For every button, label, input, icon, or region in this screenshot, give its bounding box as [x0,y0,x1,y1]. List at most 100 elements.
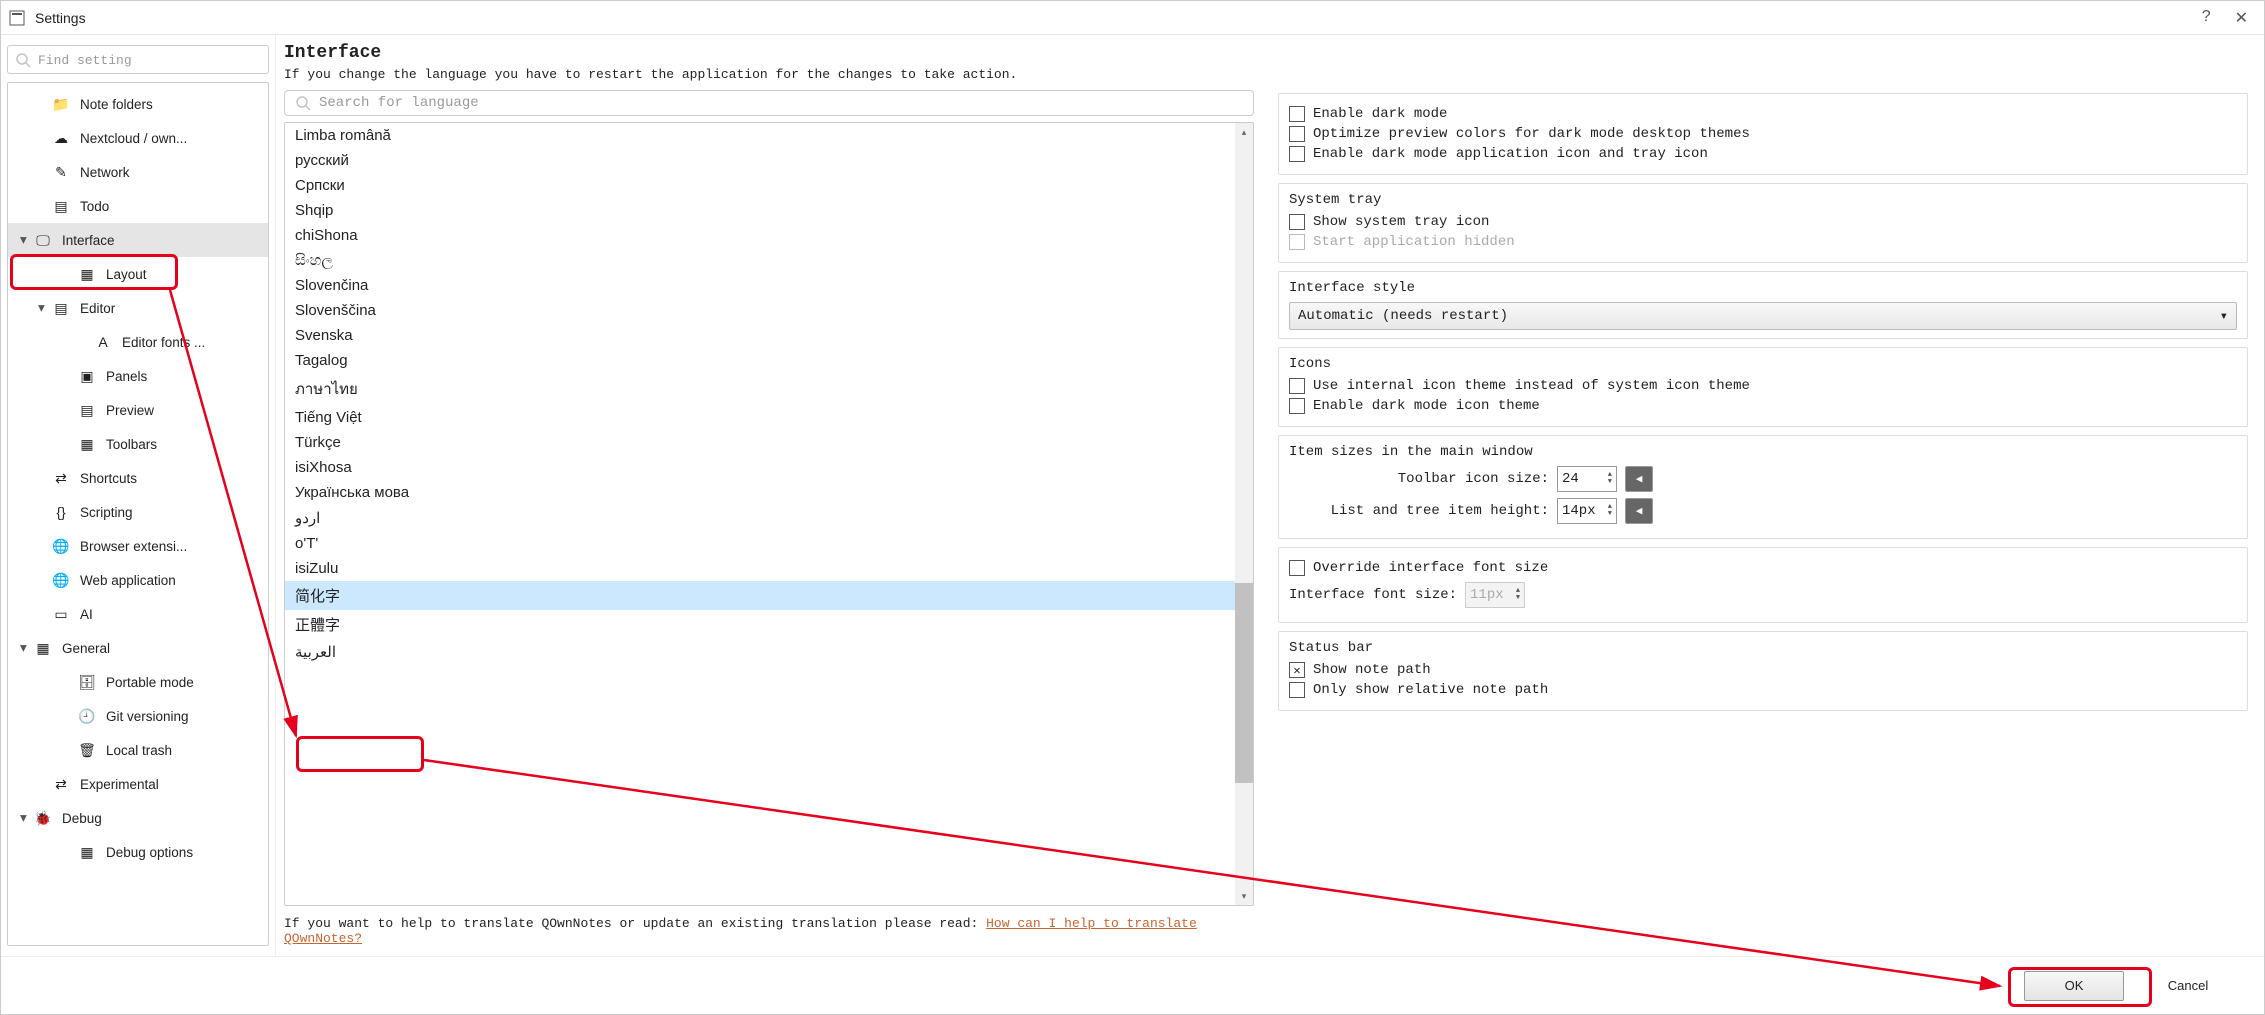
tree-item-height-spinner[interactable]: 14px▲▼ [1557,498,1617,524]
tree-item-interface[interactable]: ▾🖵Interface [8,223,268,257]
toolbar-icon-size-reset[interactable]: ◀ [1625,466,1653,492]
toolbar-icon-size-spinner[interactable]: 24▲▼ [1557,466,1617,492]
scroll-down-icon[interactable]: ▾ [1235,887,1253,905]
settings-tree[interactable]: 📁Note folders☁Nextcloud / own...✎Network… [7,82,269,946]
optimize-preview-checkbox[interactable] [1289,126,1305,142]
language-item[interactable]: Türkçe [285,430,1253,455]
status-bar-section: Status bar ✕Show note path Only show rel… [1278,631,2248,711]
language-item[interactable]: isiZulu [285,556,1253,581]
tree-item-debug-options[interactable]: ▦ Debug options [8,835,268,869]
internal-icon-theme-checkbox[interactable] [1289,378,1305,394]
language-item[interactable]: Српски [285,173,1253,198]
page-subtext: If you change the language you have to r… [284,67,1254,82]
find-setting-input[interactable] [7,45,269,74]
expand-arrow-icon[interactable]: ▾ [20,232,34,248]
sidebar: 📁Note folders☁Nextcloud / own...✎Network… [1,35,276,956]
tree-item-label: Interface [62,233,115,248]
page-heading: Interface [284,43,1254,63]
ok-button[interactable]: OK [2024,971,2124,1001]
interface-style-select[interactable]: Automatic (needs restart)▾ [1289,302,2237,330]
dark-app-icon-checkbox[interactable] [1289,146,1305,162]
language-item[interactable]: русский [285,148,1253,173]
close-icon[interactable]: ✕ [2235,8,2248,28]
tree-item-todo[interactable]: ▤Todo [8,189,268,223]
toolbars-icon: ▦ [78,435,96,453]
section-title: Item sizes in the main window [1289,444,2237,460]
help-icon[interactable]: ? [2202,8,2211,28]
dark-icon-theme-checkbox[interactable] [1289,398,1305,414]
tree-item-portable-mode[interactable]: 🗄Portable mode [8,665,268,699]
tree-item-ai[interactable]: ▭AI [8,597,268,631]
tree-item-editor[interactable]: ▾▤Editor [8,291,268,325]
checkbox-label: Enable dark mode [1313,106,1447,122]
language-item[interactable]: o'T' [285,531,1253,556]
tree-item-layout[interactable]: ▦Layout [8,257,268,291]
language-item[interactable]: Svenska [285,323,1253,348]
tree-item-height-reset[interactable]: ◀ [1625,498,1653,524]
checkbox-label: Show system tray icon [1313,214,1489,230]
tree-item-browser-extensi-[interactable]: 🌐 Browser extensi... [8,529,268,563]
show-relative-path-checkbox[interactable] [1289,682,1305,698]
tree-item-editor-fonts-[interactable]: AEditor fonts ... [8,325,268,359]
tree-item-experimental[interactable]: ⇄Experimental [8,767,268,801]
item-sizes-section: Item sizes in the main window Toolbar ic… [1278,435,2248,539]
language-item[interactable]: chiShona [285,223,1253,248]
tree-item-label: Panels [106,369,147,384]
language-search-input[interactable] [319,95,1245,111]
language-item[interactable]: اردو [285,505,1253,531]
tree-item-debug[interactable]: ▾🐞Debug [8,801,268,835]
tree-item-shortcuts[interactable]: ⇄ Shortcuts [8,461,268,495]
language-item[interactable]: isiXhosa [285,455,1253,480]
expand-arrow-icon[interactable]: ▾ [38,300,52,316]
cancel-button[interactable]: Cancel [2138,971,2238,1001]
tree-item-panels[interactable]: ▣Panels [8,359,268,393]
scrollbar-thumb[interactable] [1235,583,1253,783]
tree-item-label: Debug options [106,845,193,860]
language-list[interactable]: Limba românăрусскийСрпскиShqipchiShonaසි… [284,122,1254,906]
scrollbar[interactable]: ▴ ▾ [1235,123,1253,905]
language-item[interactable]: 正體字 [285,610,1253,639]
tree-item-label: Portable mode [106,675,194,690]
language-item[interactable]: Limba română [285,123,1253,148]
enable-dark-mode-checkbox[interactable] [1289,106,1305,122]
shortcut-icon: ⇄ [52,469,70,487]
language-item[interactable]: සිංහල [285,248,1253,273]
tree-item-label: Browser extensi... [80,539,187,554]
language-item[interactable]: Українська мова [285,480,1253,505]
language-item[interactable]: ภาษาไทย [285,373,1253,405]
expand-arrow-icon[interactable]: ▾ [20,810,34,826]
globe-icon: 🌐 [52,537,70,555]
checkbox-label: Optimize preview colors for dark mode de… [1313,126,1750,142]
tree-item-web-application[interactable]: 🌐Web application [8,563,268,597]
tree-item-label: Note folders [80,97,153,112]
language-item[interactable]: Tagalog [285,348,1253,373]
tree-item-git-versioning[interactable]: 🕘Git versioning [8,699,268,733]
tree-item-scripting[interactable]: {}Scripting [8,495,268,529]
tree-item-label: Shortcuts [80,471,137,486]
language-item[interactable]: Slovenčina [285,273,1253,298]
debugopt-icon: ▦ [78,843,96,861]
tree-item-network[interactable]: ✎Network [8,155,268,189]
tree-item-local-trash[interactable]: 🗑Local trash [8,733,268,767]
show-tray-icon-checkbox[interactable] [1289,214,1305,230]
language-item[interactable]: 简化字 [285,581,1253,610]
language-item[interactable]: Slovenščina [285,298,1253,323]
tree-item-nextcloud-own-[interactable]: ☁Nextcloud / own... [8,121,268,155]
chevron-down-icon: ▾ [2220,308,2228,325]
git-icon: 🕘 [78,707,96,725]
section-title: Icons [1289,356,2237,372]
titlebar: Settings ? ✕ [1,1,2264,35]
scroll-up-icon[interactable]: ▴ [1235,123,1253,141]
language-item[interactable]: Tiếng Việt [285,405,1253,430]
expand-arrow-icon[interactable]: ▾ [20,640,34,656]
tree-item-note-folders[interactable]: 📁Note folders [8,87,268,121]
general-icon: ▦ [34,639,52,657]
show-note-path-checkbox[interactable]: ✕ [1289,662,1305,678]
language-item[interactable]: Shqip [285,198,1253,223]
language-item[interactable]: العربية [285,639,1253,665]
tree-item-general[interactable]: ▾▦General [8,631,268,665]
tree-item-toolbars[interactable]: ▦Toolbars [8,427,268,461]
tree-item-preview[interactable]: ▤Preview [8,393,268,427]
font-icon: A [94,333,112,351]
override-font-size-checkbox[interactable] [1289,560,1305,576]
